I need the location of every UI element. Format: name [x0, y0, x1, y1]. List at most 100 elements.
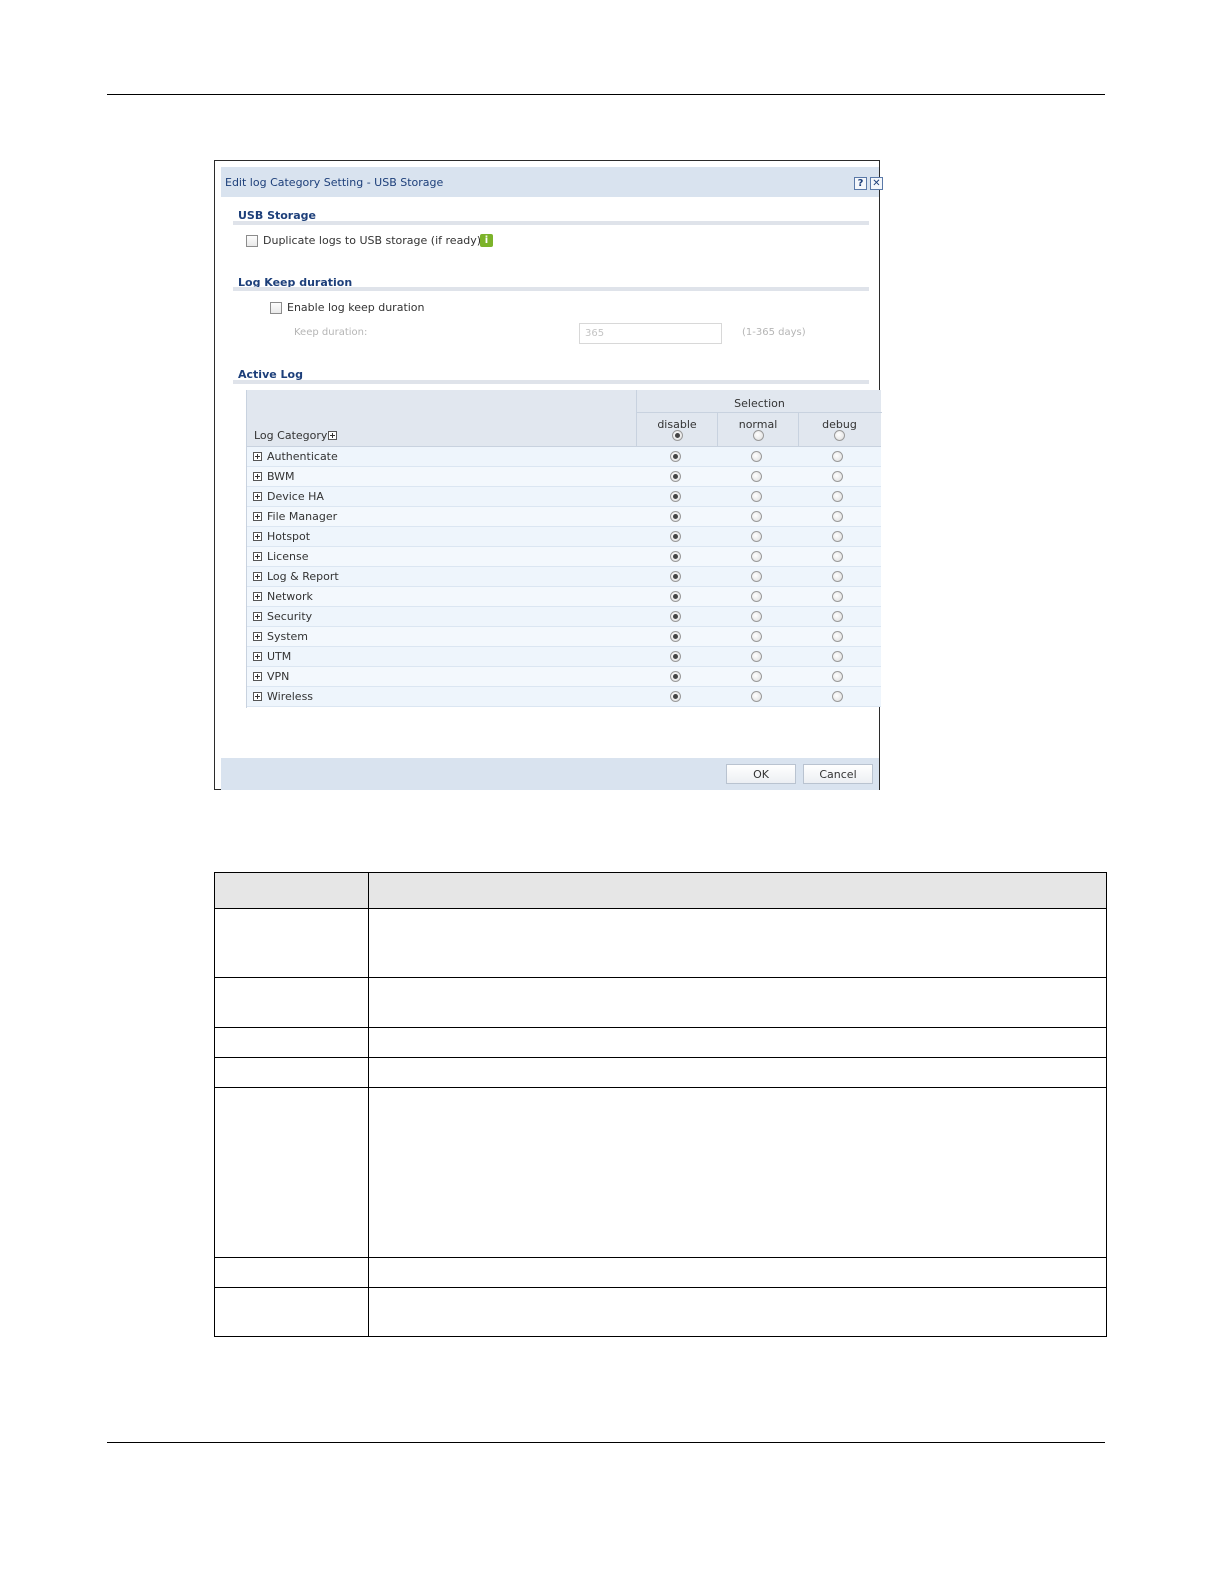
duplicate-logs-label: Duplicate logs to USB storage (if ready)	[263, 234, 482, 247]
table-row: UTM	[247, 647, 881, 667]
table-row: Device HA	[247, 487, 881, 507]
normal-column-header: normal	[718, 412, 799, 447]
normal-radio[interactable]	[751, 611, 762, 622]
table-row: VPN	[247, 667, 881, 687]
normal-radio[interactable]	[751, 451, 762, 462]
disable-radio[interactable]	[670, 671, 681, 682]
expand-icon[interactable]	[253, 532, 262, 541]
keep-duration-label: Keep duration:	[294, 327, 368, 338]
table-row: Hotspot	[247, 527, 881, 547]
table-cell	[214, 1057, 369, 1088]
disable-radio[interactable]	[670, 471, 681, 482]
section-divider	[233, 380, 869, 384]
keep-duration-hint: (1-365 days)	[742, 327, 806, 338]
expand-icon[interactable]	[253, 612, 262, 621]
normal-radio[interactable]	[751, 671, 762, 682]
cancel-button[interactable]: Cancel	[803, 764, 873, 784]
debug-radio[interactable]	[832, 651, 843, 662]
disable-all-radio[interactable]	[672, 430, 683, 441]
keep-duration-input[interactable]	[579, 323, 722, 344]
expand-icon[interactable]	[253, 512, 262, 521]
table-cell	[368, 1087, 1107, 1258]
debug-column-header: debug	[799, 412, 880, 447]
normal-radio[interactable]	[751, 511, 762, 522]
ok-button[interactable]: OK	[726, 764, 796, 784]
debug-radio[interactable]	[832, 451, 843, 462]
expand-icon[interactable]	[253, 672, 262, 681]
debug-radio[interactable]	[832, 611, 843, 622]
disable-radio[interactable]	[670, 491, 681, 502]
dialog-title: Edit log Category Setting - USB Storage	[225, 176, 444, 189]
expand-icon[interactable]	[253, 692, 262, 701]
disable-radio[interactable]	[670, 531, 681, 542]
log-category-label: License	[267, 550, 309, 563]
disable-radio[interactable]	[670, 551, 681, 562]
debug-radio[interactable]	[832, 531, 843, 542]
section-divider	[233, 221, 869, 225]
expand-icon[interactable]	[253, 652, 262, 661]
debug-radio[interactable]	[832, 471, 843, 482]
normal-radio[interactable]	[751, 491, 762, 502]
normal-radio[interactable]	[751, 571, 762, 582]
debug-radio[interactable]	[832, 491, 843, 502]
expand-icon[interactable]	[253, 492, 262, 501]
active-log-grid: Log Category Selection disable normal de…	[246, 390, 882, 708]
table-cell	[368, 1027, 1107, 1058]
grid-header: Log Category Selection disable normal de…	[247, 390, 882, 447]
disable-radio[interactable]	[670, 651, 681, 662]
enable-log-keep-checkbox[interactable]	[270, 302, 282, 314]
page-bottom-rule	[107, 1442, 1105, 1443]
normal-radio[interactable]	[751, 651, 762, 662]
dialog-titlebar: Edit log Category Setting - USB Storage …	[221, 167, 883, 197]
debug-radio[interactable]	[832, 591, 843, 602]
debug-all-radio[interactable]	[834, 430, 845, 441]
debug-radio[interactable]	[832, 571, 843, 582]
expand-icon[interactable]	[253, 452, 262, 461]
expand-icon[interactable]	[253, 592, 262, 601]
expand-icon[interactable]	[253, 552, 262, 561]
table-row: File Manager	[247, 507, 881, 527]
normal-radio[interactable]	[751, 551, 762, 562]
info-icon[interactable]: i	[480, 234, 493, 247]
table-cell	[368, 977, 1107, 1028]
expand-icon[interactable]	[253, 572, 262, 581]
disable-radio[interactable]	[670, 691, 681, 702]
debug-radio[interactable]	[832, 671, 843, 682]
disable-radio[interactable]	[670, 511, 681, 522]
disable-radio[interactable]	[670, 591, 681, 602]
log-category-label: VPN	[267, 670, 290, 683]
help-icon[interactable]: ?	[854, 177, 867, 190]
disable-radio[interactable]	[670, 611, 681, 622]
normal-radio[interactable]	[751, 691, 762, 702]
selection-header: Selection disable normal debug	[636, 390, 882, 447]
debug-radio[interactable]	[832, 511, 843, 522]
edit-log-category-dialog: Edit log Category Setting - USB Storage …	[214, 160, 883, 790]
expand-icon[interactable]	[253, 632, 262, 641]
disable-radio[interactable]	[670, 631, 681, 642]
debug-radio[interactable]	[832, 691, 843, 702]
close-icon[interactable]: ✕	[870, 177, 883, 190]
debug-radio[interactable]	[832, 551, 843, 562]
expand-icon[interactable]	[253, 472, 262, 481]
table-row: Log & Report	[247, 567, 881, 587]
disable-radio[interactable]	[670, 451, 681, 462]
log-category-label: System	[267, 630, 309, 643]
description-table	[214, 872, 1107, 1337]
table-row: Network	[247, 587, 881, 607]
dialog-footer: OK Cancel	[221, 758, 879, 790]
debug-radio[interactable]	[832, 631, 843, 642]
normal-radio[interactable]	[751, 471, 762, 482]
table-row: System	[247, 627, 881, 647]
table-row: Security	[247, 607, 881, 627]
expand-all-icon[interactable]	[328, 431, 337, 440]
normal-radio[interactable]	[751, 591, 762, 602]
normal-radio[interactable]	[751, 631, 762, 642]
table-cell	[214, 1087, 369, 1258]
table-row: Authenticate	[247, 447, 881, 467]
disable-radio[interactable]	[670, 571, 681, 582]
log-category-label: Security	[267, 610, 313, 623]
duplicate-logs-checkbox[interactable]	[246, 235, 258, 247]
normal-all-radio[interactable]	[753, 430, 764, 441]
table-cell	[368, 1057, 1107, 1088]
normal-radio[interactable]	[751, 531, 762, 542]
